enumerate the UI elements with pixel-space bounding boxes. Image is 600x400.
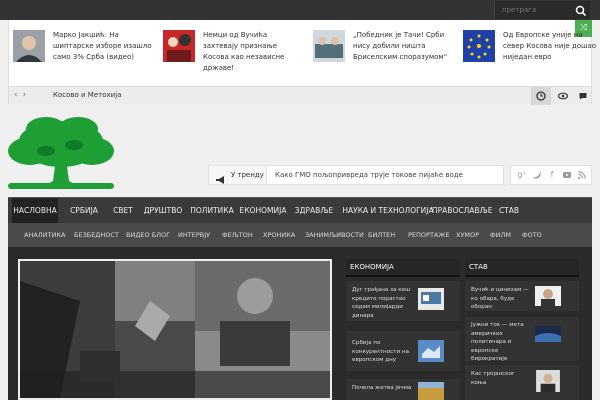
ticker-thumbnail: [163, 30, 195, 62]
ticker-category[interactable]: Косово и Метохија: [53, 91, 121, 99]
trending-bar: У тренду Како ГМО пољопривреда трује ток…: [208, 165, 504, 185]
facebook-icon[interactable]: f: [547, 170, 557, 179]
news-ticker: ⤨ Марко Јакшић: На шиптарске изборе изаш…: [8, 20, 596, 105]
widget-item-thumbnail: [418, 288, 444, 310]
widget-item-thumbnail: [535, 326, 561, 342]
chevron-left-icon[interactable]: ‹: [14, 90, 23, 100]
nav-item-drustvo[interactable]: ДРУШТВО: [141, 198, 185, 224]
widget-item-title[interactable]: Јужни ток — мета америчких политичара и …: [471, 321, 531, 364]
widget-item-thumbnail: [536, 370, 560, 392]
subnav-item[interactable]: ФИЛМ: [490, 223, 511, 247]
clock-icon[interactable]: [531, 87, 551, 105]
chevron-right-icon[interactable]: ›: [23, 90, 32, 100]
google-plus-icon[interactable]: g⁺: [517, 170, 527, 179]
subnav-item[interactable]: БИЛТЕН: [368, 223, 395, 247]
widget-item-title[interactable]: Србија по конкурентности на европском дн…: [352, 339, 412, 365]
rss-icon[interactable]: [577, 170, 587, 182]
main-nav: НАСЛОВНА СРБИЈА СВЕТ ДРУШТВО ПОЛИТИКА ЕК…: [8, 197, 592, 224]
search-input[interactable]: [495, 1, 571, 19]
widget-title[interactable]: ЕКОНОМИЈА: [350, 263, 394, 271]
comment-icon[interactable]: [573, 87, 593, 105]
subnav-item[interactable]: ФОТО: [522, 223, 542, 247]
ticker-thumbnail: [313, 30, 345, 62]
ticker-thumbnail: [13, 30, 45, 62]
youtube-icon[interactable]: [562, 170, 572, 182]
subnav-item[interactable]: ЗАНИМЉИВОСТИ: [305, 223, 364, 247]
ticker-arrows[interactable]: ‹›: [14, 90, 31, 100]
trending-label: У тренду: [231, 171, 264, 179]
content-area: ЕКОНОМИЈА Дуг грађана за кеш кредите пор…: [8, 247, 592, 400]
ticker-title[interactable]: Од Европске уније на север Косова није д…: [503, 30, 600, 63]
widget-header: ЕКОНОМИЈА: [346, 259, 460, 277]
widget-item-thumbnail: [535, 286, 561, 306]
nav-item-zdravlje[interactable]: ЗДРАВЉЕ: [292, 198, 336, 224]
widget-item-title[interactable]: Почела жетва јечма: [352, 384, 412, 393]
widget-item[interactable]: Србија по конкурентности на европском дн…: [346, 331, 460, 371]
nav-item-stav[interactable]: СТАВ: [492, 198, 526, 224]
widget-item[interactable]: Почела жетва јечма: [346, 379, 460, 400]
widget-item-title[interactable]: Вучић и цинизам — ко обара, буде оборан: [471, 286, 531, 312]
nav-item-pravoslavlje[interactable]: ПРАВОСЛАВЉЕ: [432, 198, 492, 224]
widget-item[interactable]: Јужни ток — мета америчких политичара и …: [465, 317, 579, 364]
nav-item-srbija[interactable]: СРБИЈА: [64, 198, 104, 224]
economy-widget: ЕКОНОМИЈА Дуг грађана за кеш кредите пор…: [346, 259, 460, 400]
subnav-item[interactable]: ИНТЕРВЈУ: [178, 223, 210, 247]
search-icon[interactable]: [574, 3, 588, 17]
widget-title[interactable]: СТАВ: [469, 263, 488, 271]
top-bar: [0, 0, 600, 20]
widget-item-thumbnail: [418, 382, 444, 400]
widget-item[interactable]: Дуг грађана за кеш кредите порастао седа…: [346, 281, 460, 321]
subnav-item[interactable]: ХУМОР: [456, 223, 479, 247]
trending-label-box: У тренду: [209, 166, 267, 184]
social-links: g⁺ f: [510, 165, 592, 185]
widget-header: СТАВ: [465, 259, 579, 277]
sub-nav: АНАЛИТИКА БЕЗБЕДНОСТ ВИДЕО БЛОГ ИНТЕРВЈУ…: [8, 223, 592, 247]
ticker-item[interactable]: „Победник је Тачи! Срби нису добили ништ…: [313, 30, 453, 70]
ticker-title[interactable]: Марко Јакшић: На шиптарске изборе изашло…: [53, 30, 153, 63]
nav-item-politika[interactable]: ПОЛИТИКА: [189, 198, 235, 224]
subnav-item[interactable]: ХРОНИКА: [263, 223, 295, 247]
search-box: [494, 1, 590, 19]
trending-link[interactable]: Како ГМО пољопривреда трује токове пијаћ…: [275, 171, 463, 179]
widget-item-title[interactable]: Кас тројанског коња: [471, 370, 531, 387]
featured-image[interactable]: [18, 259, 332, 400]
site-logo[interactable]: [6, 115, 116, 191]
ticker-item[interactable]: Немци од Вучића захтевају признање Косов…: [163, 30, 303, 72]
widget-item[interactable]: Кас тројанског коња: [465, 365, 579, 400]
ticker-item[interactable]: Од Европске уније на север Косова није д…: [463, 30, 600, 70]
ticker-thumbnail: [463, 30, 495, 62]
nav-item-nauka[interactable]: НАУКА И ТЕХНОЛОГИЈА: [340, 198, 436, 224]
ticker-title[interactable]: „Победник је Тачи! Срби нису добили ништ…: [353, 30, 453, 63]
ticker-item[interactable]: Марко Јакшић: На шиптарске изборе изашло…: [13, 30, 153, 70]
ticker-title[interactable]: Немци од Вучића захтевају признање Косов…: [203, 30, 303, 74]
subnav-item[interactable]: БЕЗБЕДНОСТ: [74, 223, 119, 247]
stav-widget: СТАВ Вучић и цинизам — ко обара, буде об…: [465, 259, 579, 400]
widget-item-title[interactable]: Дуг грађана за кеш кредите порастао седа…: [352, 286, 412, 320]
nav-item-svet[interactable]: СВЕТ: [108, 198, 138, 224]
ticker-bar: ‹› Косово и Метохија: [9, 86, 593, 105]
megaphone-icon: [215, 170, 227, 189]
subnav-item[interactable]: ФЕЉТОН: [222, 223, 253, 247]
widget-item-thumbnail: [418, 340, 444, 362]
widget-item[interactable]: Вучић и цинизам — ко обара, буде оборан: [465, 281, 579, 311]
nav-item-ekonomija[interactable]: ЕКОНОМИЈА: [239, 198, 287, 224]
subnav-item[interactable]: РЕПОРТАЖЕ: [408, 223, 449, 247]
twitter-icon[interactable]: [532, 170, 542, 182]
eye-icon[interactable]: [553, 87, 573, 105]
subnav-item[interactable]: АНАЛИТИКА: [24, 223, 65, 247]
subnav-item[interactable]: ВИДЕО БЛОГ: [126, 223, 170, 247]
nav-item-naslovna[interactable]: НАСЛОВНА: [12, 198, 58, 224]
